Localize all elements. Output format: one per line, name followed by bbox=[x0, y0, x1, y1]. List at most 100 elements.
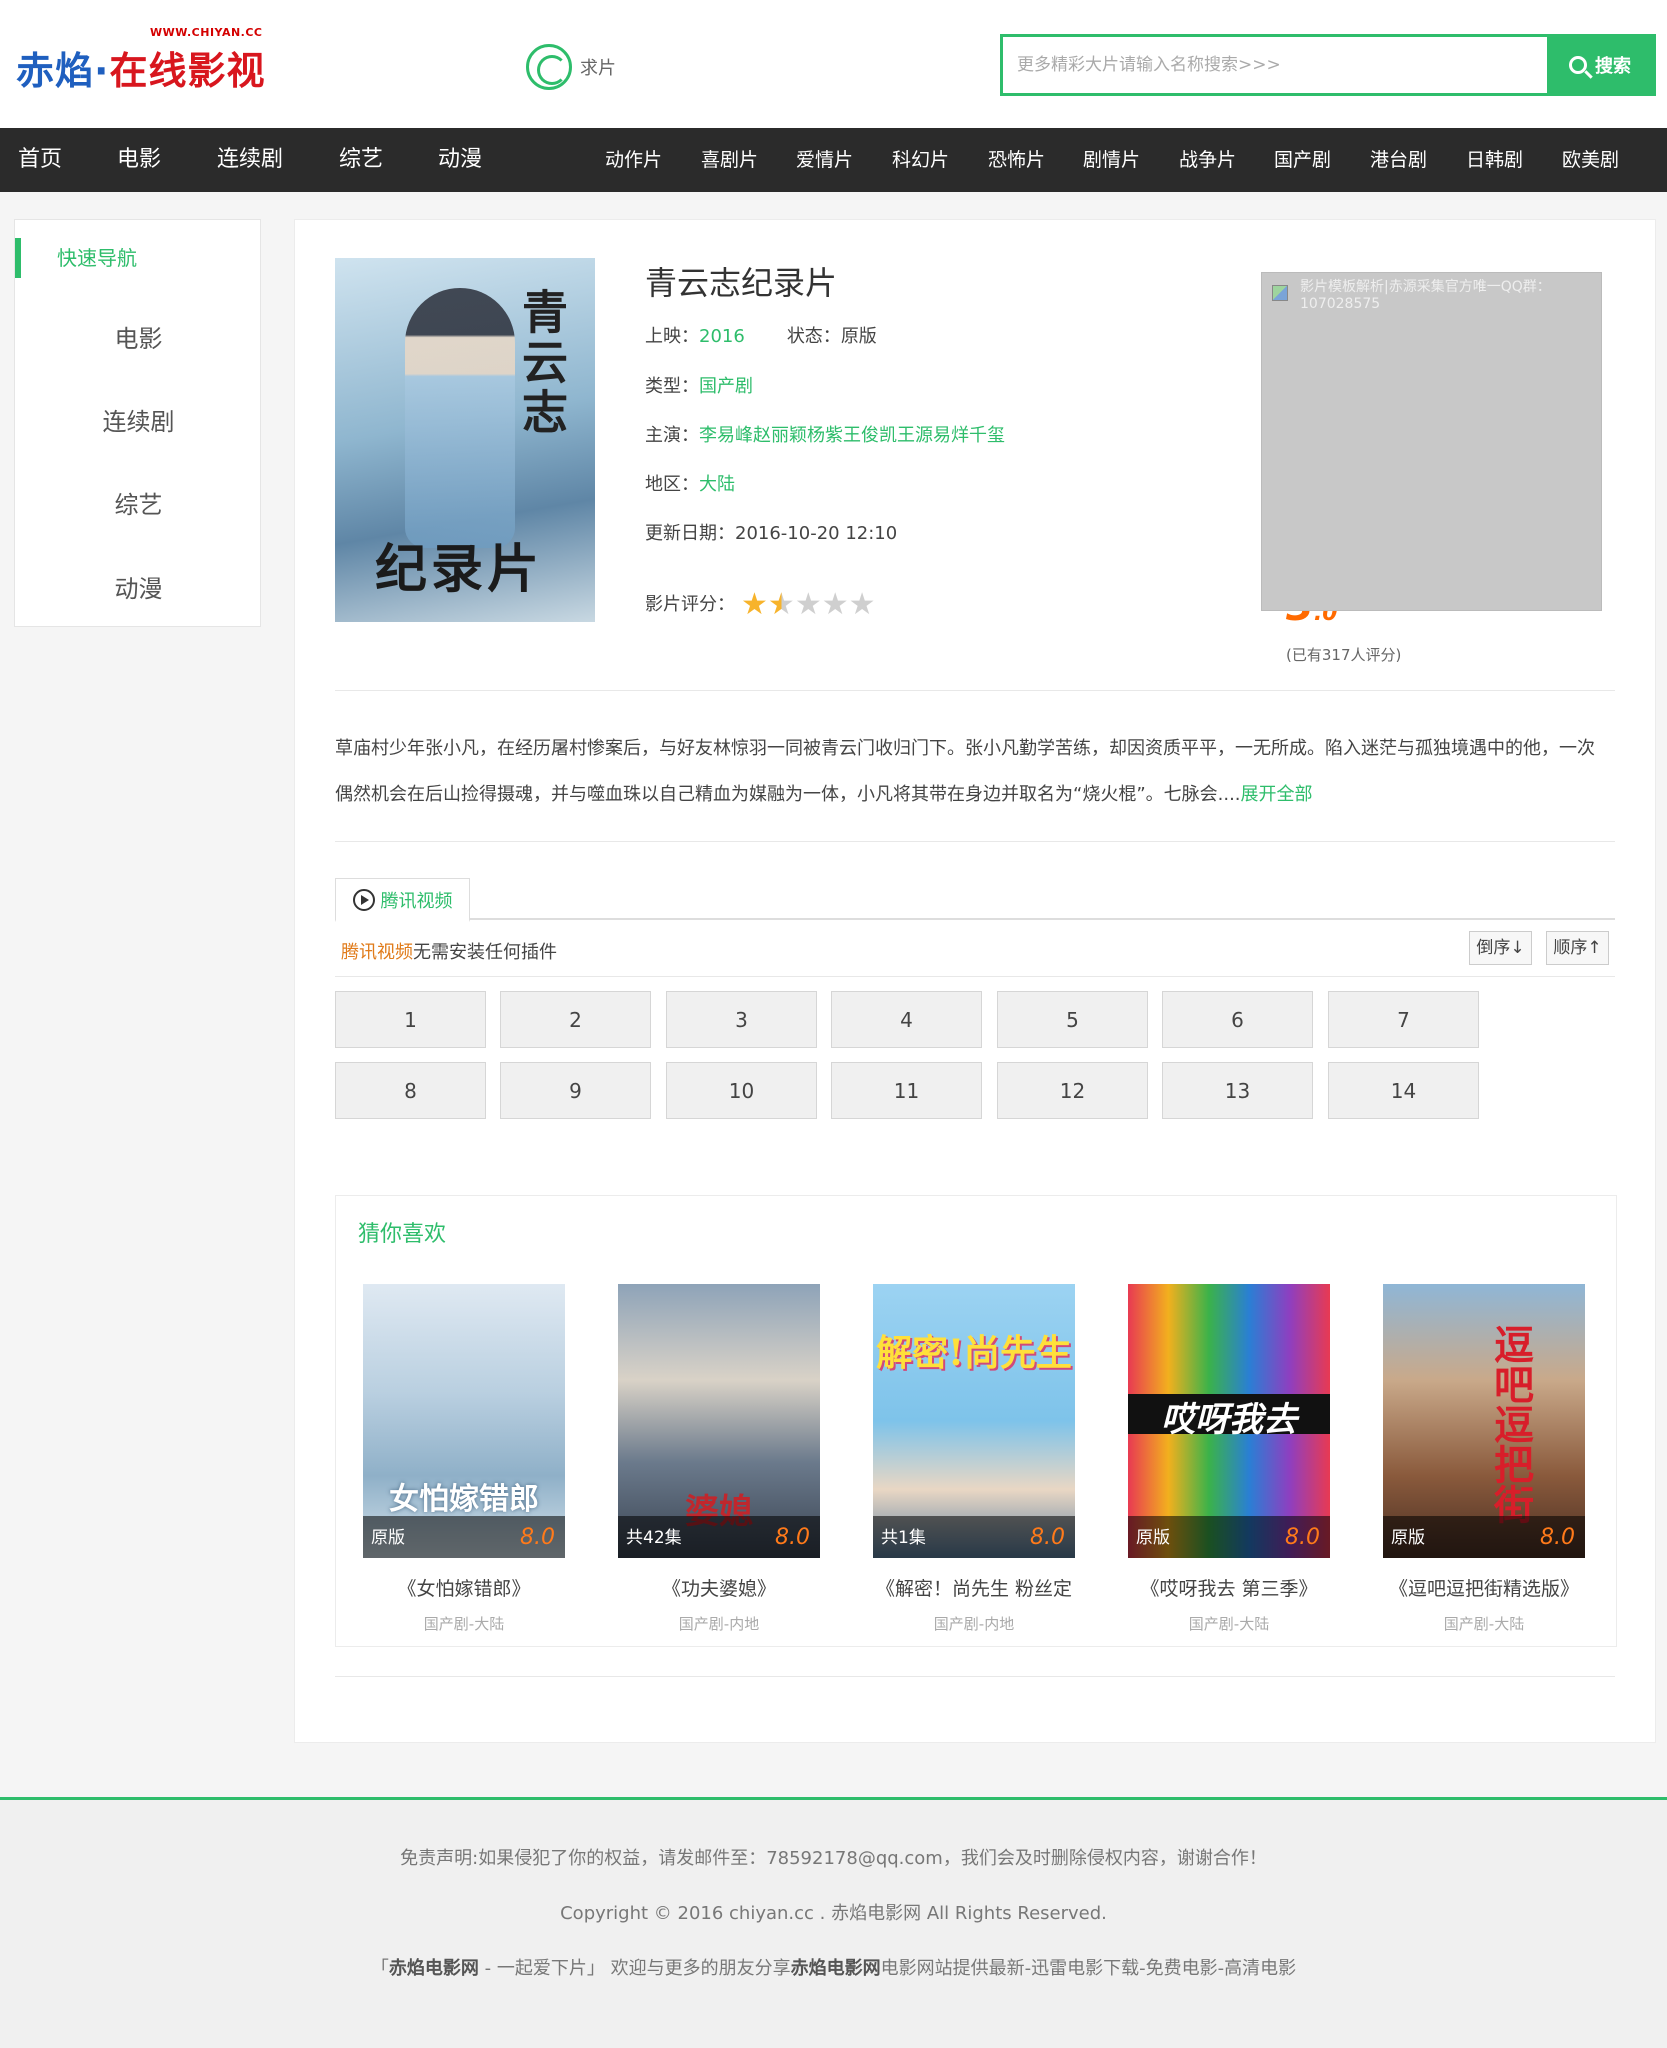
star-icon[interactable]: ★ bbox=[822, 590, 849, 620]
nav-item-variety[interactable]: 综艺 bbox=[339, 128, 438, 192]
slogan-mid: - 一起爱下片」 欢迎与更多的朋友分享 bbox=[478, 1958, 791, 1979]
poster-title-bottom: 纪录片 bbox=[375, 539, 544, 600]
episode-button[interactable]: 14 bbox=[1328, 1062, 1479, 1119]
cast-link[interactable]: 李易峰赵丽颖杨紫王俊凯王源易烊千玺 bbox=[699, 425, 1005, 446]
episode-button[interactable]: 1 bbox=[335, 991, 486, 1048]
recommend-name[interactable]: 《逗吧逗把街精选版》 bbox=[1383, 1574, 1585, 1601]
sidebar-item-anime[interactable]: 动漫 bbox=[15, 569, 262, 604]
episode-button[interactable]: 2 bbox=[500, 991, 651, 1048]
rating-label: 影片评分： bbox=[645, 594, 735, 615]
recommend-item[interactable]: 婆媳 共42集 8.0 《功夫婆媳》 国产剧-内地 bbox=[618, 1284, 820, 1634]
logo-text-part1: 赤焰· bbox=[16, 49, 110, 93]
order-asc-button[interactable]: 顺序↑ bbox=[1546, 931, 1609, 965]
footer-copyright: Copyright © 2016 chiyan.cc . 赤焰电影网 All R… bbox=[560, 1903, 1107, 1924]
broken-image-icon bbox=[1272, 285, 1288, 301]
episode-button[interactable]: 10 bbox=[666, 1062, 817, 1119]
star-icon[interactable]: ★ bbox=[849, 590, 876, 620]
type-link[interactable]: 国产剧 bbox=[699, 376, 753, 397]
site-header: WWW.CHIYAN.CC 赤焰·在线影视 求片 搜索 bbox=[0, 0, 1667, 128]
recommend-badge: 共1集 bbox=[881, 1528, 926, 1548]
nav-genre-comedy[interactable]: 喜剧片 bbox=[701, 128, 796, 192]
region-label: 地区： bbox=[645, 474, 699, 495]
recommend-item[interactable]: 解密!尚先生 共1集 8.0 《解密！尚先生 粉丝定 国产剧-内地 bbox=[873, 1284, 1075, 1634]
nav-genre-western[interactable]: 欧美剧 bbox=[1562, 128, 1652, 192]
request-movie-link[interactable]: 求片 bbox=[526, 44, 616, 90]
recommend-poster[interactable]: 哎呀我去 原版 8.0 bbox=[1128, 1284, 1330, 1558]
slogan-tail: 电影网站提供最新-迅雷电影下载-免费电影-高清电影 bbox=[880, 1958, 1297, 1979]
nav-item-home[interactable]: 首页 bbox=[18, 128, 117, 192]
episode-button[interactable]: 7 bbox=[1328, 991, 1479, 1048]
recommend-item[interactable]: 哎呀我去 原版 8.0 《哎呀我去 第三季》 国产剧-大陆 bbox=[1128, 1284, 1330, 1634]
region-link[interactable]: 大陆 bbox=[699, 474, 735, 495]
info-rating: 影片评分： ★ ★ ★ ★ ★ bbox=[645, 590, 876, 620]
nav-genre-scifi[interactable]: 科幻片 bbox=[892, 128, 988, 192]
recommend-poster[interactable]: 逗吧逗把街 原版 8.0 bbox=[1383, 1284, 1585, 1558]
slogan-site-name[interactable]: 赤焰电影网 bbox=[389, 1958, 479, 1979]
nav-item-anime[interactable]: 动漫 bbox=[438, 128, 518, 192]
nav-genre-war[interactable]: 战争片 bbox=[1179, 128, 1274, 192]
search-input[interactable] bbox=[1003, 37, 1547, 93]
slogan-site-name-2[interactable]: 赤焰电影网 bbox=[791, 1958, 881, 1979]
release-year-link[interactable]: 2016 bbox=[699, 326, 745, 347]
recommend-meta: 国产剧-内地 bbox=[933, 1615, 1015, 1633]
recommend-name[interactable]: 《哎呀我去 第三季》 bbox=[1128, 1574, 1330, 1601]
episode-button[interactable]: 13 bbox=[1162, 1062, 1313, 1119]
type-label: 类型： bbox=[645, 376, 699, 397]
nav-genre-romance[interactable]: 爱情片 bbox=[796, 128, 892, 192]
nav-genre-horror[interactable]: 恐怖片 bbox=[988, 128, 1083, 192]
status-value: 原版 bbox=[840, 326, 877, 347]
site-footer: 免责声明:如果侵犯了你的权益，请发邮件至：78592178@qq.com，我们会… bbox=[0, 1797, 1667, 2048]
recommend-poster[interactable]: 婆媳 共42集 8.0 bbox=[618, 1284, 820, 1558]
recommend-name[interactable]: 《解密！尚先生 粉丝定 bbox=[873, 1574, 1075, 1601]
recommend-poster[interactable]: 解密!尚先生 共1集 8.0 bbox=[873, 1284, 1075, 1558]
poster-figure bbox=[405, 288, 515, 548]
sidebar-item-variety[interactable]: 综艺 bbox=[15, 485, 262, 520]
divider bbox=[335, 841, 1615, 842]
episode-button[interactable]: 12 bbox=[997, 1062, 1148, 1119]
sidebar-item-movie[interactable]: 电影 bbox=[15, 319, 262, 354]
nav-genre-hktw[interactable]: 港台剧 bbox=[1370, 128, 1466, 192]
cast-label: 主演： bbox=[645, 425, 699, 446]
order-desc-button[interactable]: 倒序↓ bbox=[1469, 931, 1532, 965]
episode-button[interactable]: 11 bbox=[831, 1062, 982, 1119]
info-type: 类型：国产剧 bbox=[645, 372, 753, 398]
search-button[interactable]: 搜索 bbox=[1547, 37, 1653, 93]
poster-art-text: 解密!尚先生 bbox=[876, 1332, 1072, 1374]
recommend-name[interactable]: 《女怕嫁错郎》 bbox=[363, 1574, 565, 1601]
recommend-score: 8.0 bbox=[1030, 1525, 1065, 1550]
info-region: 地区：大陆 bbox=[645, 470, 735, 496]
recommend-item[interactable]: 逗吧逗把街 原版 8.0 《逗吧逗把街精选版》 国产剧-大陆 bbox=[1383, 1284, 1585, 1634]
expand-all-link[interactable]: 展开全部 bbox=[1241, 784, 1313, 805]
recommend-meta: 国产剧-内地 bbox=[678, 1615, 760, 1633]
nav-genre-drama[interactable]: 剧情片 bbox=[1083, 128, 1179, 192]
divider bbox=[335, 690, 1615, 691]
movie-poster: 青云志 纪录片 bbox=[335, 258, 595, 622]
nav-main-group: 首页 电影 连续剧 综艺 动漫 bbox=[18, 128, 518, 192]
sidebar-item-series[interactable]: 连续剧 bbox=[15, 402, 262, 437]
nav-genre-domestic[interactable]: 国产剧 bbox=[1274, 128, 1370, 192]
nav-genre-action[interactable]: 动作片 bbox=[605, 128, 701, 192]
nav-item-series[interactable]: 连续剧 bbox=[217, 128, 339, 192]
synopsis-text: 草庙村少年张小凡，在经历屠村惨案后，与好友林惊羽一同被青云门收归门下。张小凡勤学… bbox=[335, 738, 1595, 805]
star-icon[interactable]: ★ bbox=[768, 590, 795, 620]
star-icon[interactable]: ★ bbox=[795, 590, 822, 620]
recommend-poster[interactable]: 女怕嫁错郎 原版 8.0 bbox=[363, 1284, 565, 1558]
recommend-item[interactable]: 女怕嫁错郎 原版 8.0 《女怕嫁错郎》 国产剧-大陆 bbox=[363, 1284, 565, 1634]
episode-button[interactable]: 3 bbox=[666, 991, 817, 1048]
episode-button[interactable]: 9 bbox=[500, 1062, 651, 1119]
episode-button[interactable]: 4 bbox=[831, 991, 982, 1048]
recommend-name[interactable]: 《功夫婆媳》 bbox=[618, 1574, 820, 1601]
rating-stars[interactable]: ★ ★ ★ ★ ★ bbox=[741, 590, 876, 620]
logo-text: 赤焰·在线影视 bbox=[16, 40, 265, 95]
ad-image-placeholder[interactable]: 影片模板解析|赤源采集官方唯一QQ群：107028575 bbox=[1261, 272, 1602, 611]
star-icon[interactable]: ★ bbox=[741, 590, 768, 620]
request-disc-icon bbox=[526, 44, 572, 90]
poster-art-text: 女怕嫁错郎 bbox=[389, 1482, 539, 1517]
episode-button[interactable]: 5 bbox=[997, 991, 1148, 1048]
nav-genre-jpkr[interactable]: 日韩剧 bbox=[1466, 128, 1562, 192]
updated-label: 更新日期： bbox=[645, 523, 735, 544]
tab-tencent-video[interactable]: 腾讯视频 bbox=[335, 878, 470, 922]
episode-button[interactable]: 8 bbox=[335, 1062, 486, 1119]
episode-button[interactable]: 6 bbox=[1162, 991, 1313, 1048]
nav-item-movie[interactable]: 电影 bbox=[117, 128, 217, 192]
